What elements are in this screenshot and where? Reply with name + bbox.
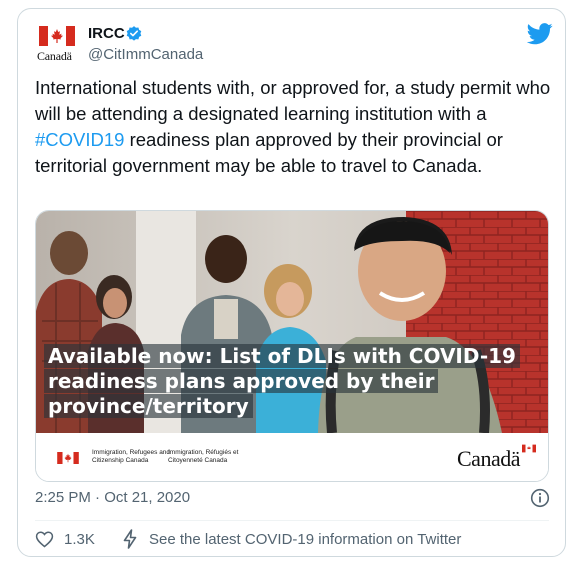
twitter-bird-icon[interactable] bbox=[527, 23, 553, 45]
covid-info-link[interactable]: See the latest COVID-19 information on T… bbox=[149, 531, 461, 548]
verified-badge-icon bbox=[126, 26, 142, 41]
author-handle[interactable]: @CitImmCanada bbox=[88, 46, 203, 63]
tweet-image[interactable]: Available now: List of DLIs with COVID-1… bbox=[35, 210, 549, 482]
overlay-line-2: readiness plans approved by their bbox=[44, 369, 439, 393]
canada-wordmark: Canadä bbox=[37, 49, 72, 63]
wordmark-flag-icon bbox=[522, 444, 536, 453]
department-name-french: Immigration, Réfugiés et Citoyenneté Can… bbox=[168, 449, 239, 464]
tweet-card[interactable]: Canadä IRCC @CitImmCanada International … bbox=[17, 8, 566, 557]
divider bbox=[35, 520, 549, 521]
lightning-bolt-icon[interactable] bbox=[122, 529, 138, 549]
info-icon[interactable] bbox=[530, 488, 550, 508]
like-count[interactable]: 1.3K bbox=[64, 531, 95, 548]
tweet-text-part1: International students with, or approved… bbox=[35, 77, 551, 124]
overlay-line-3: province/territory bbox=[44, 394, 253, 418]
author-name[interactable]: IRCC bbox=[88, 25, 125, 42]
overlay-line-1: Available now: List of DLIs with COVID-1… bbox=[44, 344, 520, 368]
heart-icon[interactable] bbox=[35, 530, 54, 548]
canada-flag-small-icon bbox=[57, 452, 79, 464]
canada-wordmark-large: Canadä bbox=[457, 446, 520, 471]
ircc-avatar[interactable]: Canadä bbox=[37, 24, 81, 64]
department-name-english: Immigration, Refugees and Citizenship Ca… bbox=[92, 449, 171, 464]
image-overlay-headline: Available now: List of DLIs with COVID-1… bbox=[44, 344, 524, 419]
tweet-text: International students with, or approved… bbox=[35, 75, 555, 179]
canada-flag-icon bbox=[39, 26, 75, 46]
covid19-hashtag-link[interactable]: #COVID19 bbox=[35, 129, 124, 150]
ircc-banner: Immigration, Refugees and Citizenship Ca… bbox=[36, 433, 548, 481]
tweet-timestamp[interactable]: 2:25 PM · Oct 21, 2020 bbox=[35, 489, 190, 506]
